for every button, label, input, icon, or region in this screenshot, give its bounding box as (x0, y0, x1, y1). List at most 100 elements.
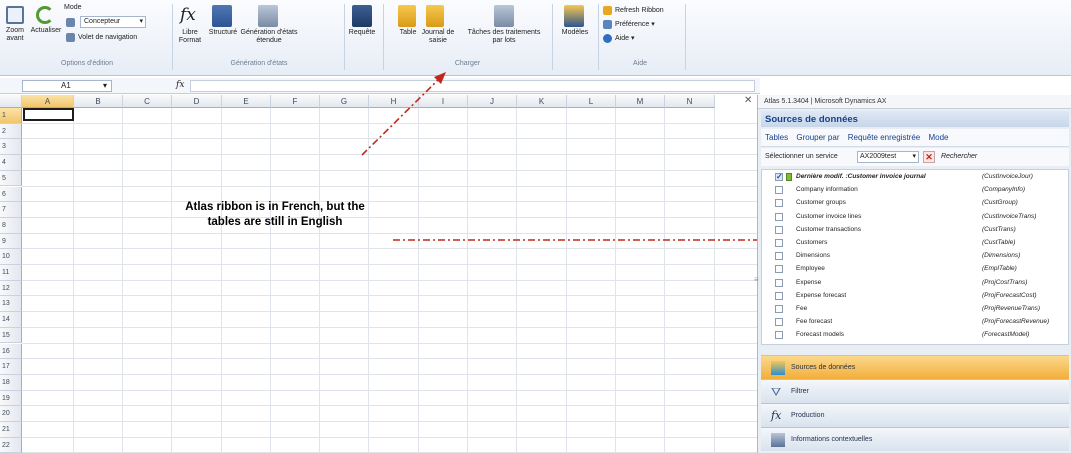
table-row[interactable]: Expense (ProjCostTrans) (762, 278, 1068, 289)
table-checkbox[interactable] (775, 265, 783, 274)
clear-icon[interactable]: ✕ (923, 151, 935, 163)
column-header[interactable]: M (616, 95, 665, 108)
formula-input[interactable] (190, 80, 755, 92)
refresh-ribbon-button[interactable]: Refresh Ribbon (615, 7, 685, 15)
row-header[interactable]: 2 (0, 123, 22, 140)
column-header[interactable]: D (172, 95, 222, 108)
column-header[interactable]: L (567, 95, 616, 108)
name-box[interactable]: A1 ▾ (22, 80, 112, 92)
column-header[interactable]: F (271, 95, 320, 108)
table-row[interactable]: Forecast models (ForecastModel) (762, 330, 1068, 341)
table-row[interactable]: Expense forecast (ProjForecastCost) (762, 291, 1068, 302)
pane-splitter[interactable]: ≡ (754, 275, 759, 284)
active-cell[interactable] (23, 108, 74, 121)
menu-mode[interactable]: Mode (928, 133, 948, 142)
table-row[interactable]: Employee (EmplTable) (762, 264, 1068, 275)
mode-icon (66, 18, 75, 27)
row-header[interactable]: 5 (0, 170, 22, 187)
nav-context-info[interactable]: Informations contextuelles (761, 427, 1069, 451)
table-checkbox[interactable] (775, 186, 783, 195)
column-header[interactable]: B (74, 95, 123, 108)
column-header[interactable]: I (419, 95, 468, 108)
table-row[interactable]: Fee forecast (ProjForecastRevenue) (762, 317, 1068, 328)
table-checkbox[interactable] (775, 305, 783, 313)
batch-tasks-button[interactable]: Tâches des traitements par lots (464, 29, 544, 45)
column-header[interactable]: J (468, 95, 517, 108)
search-link[interactable]: Rechercher (941, 153, 977, 160)
nav-data-sources[interactable]: Sources de données (761, 355, 1069, 379)
row-header[interactable]: 11 (0, 265, 22, 281)
table-row[interactable]: Customer groups (CustGroup) (762, 198, 1068, 209)
table-row[interactable]: Dernière modif. :Customer invoice journa… (762, 172, 1068, 183)
models-button[interactable]: Modèles (554, 29, 596, 37)
row-header[interactable]: 13 (0, 296, 22, 313)
help-icon (603, 34, 612, 43)
table-row[interactable]: Dimensions (Dimensions) (762, 251, 1068, 262)
menu-saved-query[interactable]: Requête enregistrée (848, 133, 921, 142)
table-checkbox[interactable] (775, 199, 783, 208)
column-header[interactable]: K (517, 95, 567, 108)
column-header[interactable]: C (123, 95, 172, 108)
navpane-button[interactable]: Volet de navigation (78, 34, 158, 42)
grid-line (22, 389, 757, 391)
table-checkbox[interactable] (775, 318, 783, 327)
table-checkbox[interactable] (775, 291, 783, 300)
row-header[interactable]: 21 (0, 422, 22, 438)
table-row[interactable]: Fee (ProjRevenueTrans) (762, 304, 1068, 315)
row-header[interactable]: 3 (0, 139, 22, 156)
table-row[interactable]: Customer invoice lines (CustInvoiceTrans) (762, 212, 1068, 223)
table-checkbox[interactable] (775, 225, 783, 234)
row-header[interactable]: 7 (0, 202, 22, 218)
mode-dropdown[interactable]: Concepteur ▾ (80, 16, 146, 28)
column-header[interactable]: N (665, 95, 715, 108)
table-checkbox[interactable] (775, 252, 783, 261)
table-checkbox[interactable] (775, 331, 783, 340)
zoom-button[interactable]: Zoom avant (2, 27, 28, 43)
select-all-corner[interactable] (0, 95, 22, 108)
table-row[interactable]: Customers (CustTable) (762, 238, 1068, 249)
table-checkbox[interactable] (775, 278, 783, 287)
tables-list[interactable]: Dernière modif. :Customer invoice journa… (761, 169, 1069, 345)
service-select[interactable]: AX2009test (857, 151, 919, 163)
row-header[interactable]: 16 (0, 343, 22, 360)
row-header[interactable]: 8 (0, 217, 22, 234)
journal-button[interactable]: Journal de saisie (414, 29, 462, 45)
column-header[interactable]: H (369, 95, 419, 108)
column-header[interactable]: E (222, 95, 271, 108)
menu-tables[interactable]: Tables (765, 133, 788, 142)
preference-button[interactable]: Préférence ▾ (615, 21, 675, 29)
refresh-button[interactable]: Actualiser (30, 27, 62, 35)
row-header[interactable]: 4 (0, 155, 22, 171)
help-button[interactable]: Aide ▾ (615, 35, 655, 43)
free-format-button[interactable]: Libre Format (176, 29, 204, 45)
row-header[interactable]: 15 (0, 327, 22, 344)
row-header[interactable]: 6 (0, 186, 22, 203)
row-header[interactable]: 12 (0, 280, 22, 297)
table-checkbox[interactable] (775, 212, 783, 221)
row-header[interactable]: 10 (0, 249, 22, 265)
row-header[interactable]: 20 (0, 406, 22, 422)
data-sources-icon (771, 361, 785, 375)
table-row[interactable]: Customer transactions (CustTrans) (762, 225, 1068, 236)
table-checkbox[interactable] (775, 172, 783, 181)
column-header[interactable]: G (320, 95, 369, 108)
spreadsheet-grid[interactable]: A B C D E F G H I J K L M N 1 2 3 4 5 6 7 8 9 10 11 12 13 14 15 16 17 1… (0, 95, 757, 453)
query-button[interactable]: Requête (344, 29, 380, 37)
row-header[interactable]: 22 (0, 437, 22, 453)
report-gen-button[interactable]: Génération d'états étendue (240, 29, 298, 45)
fx-icon[interactable]: fx (176, 80, 184, 90)
row-header[interactable]: 9 (0, 233, 22, 250)
menu-group-by[interactable]: Grouper par (796, 133, 839, 142)
nav-filter[interactable]: ⛛ Filtrer (761, 379, 1069, 403)
row-header[interactable]: 1 (0, 108, 22, 124)
close-icon[interactable]: ✕ (744, 95, 756, 107)
structure-button[interactable]: Structuré (206, 29, 240, 37)
row-header[interactable]: 17 (0, 359, 22, 375)
column-header[interactable]: A (22, 95, 74, 108)
row-header[interactable]: 14 (0, 312, 22, 328)
nav-production[interactable]: fx Production (761, 403, 1069, 427)
row-header[interactable]: 18 (0, 374, 22, 391)
table-row[interactable]: Company information (CompanyInfo) (762, 185, 1068, 196)
row-header[interactable]: 19 (0, 390, 22, 407)
table-checkbox[interactable] (775, 239, 783, 247)
